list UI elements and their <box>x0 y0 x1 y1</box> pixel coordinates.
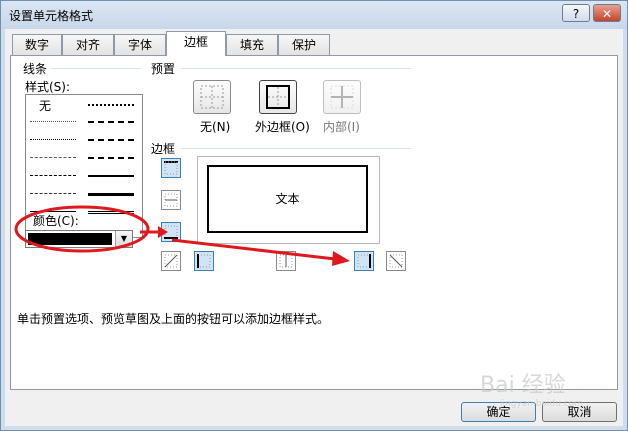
border-diagonal-down-icon <box>389 254 403 268</box>
line-style-dashed[interactable] <box>30 193 76 194</box>
format-cells-dialog: 设置单元格格式 ? ✕ 数字 对齐 字体 边框 填充 保护 线条 样式(S): … <box>0 0 628 431</box>
line-style-dotted[interactable] <box>30 139 76 140</box>
preset-none-icon <box>200 85 224 109</box>
preset-none-button[interactable] <box>193 80 231 114</box>
presets-divider <box>181 68 411 69</box>
border-bottom-button[interactable] <box>161 222 181 242</box>
line-style-medium-dash-dot[interactable] <box>88 139 134 141</box>
border-top-icon <box>164 161 178 175</box>
border-inside-vertical-button[interactable] <box>276 251 296 271</box>
preset-inside-icon <box>330 85 354 109</box>
line-section-title: 线条 <box>23 62 48 76</box>
chevron-down-icon[interactable]: ▼ <box>115 231 132 247</box>
border-diagonal-up-icon <box>164 254 178 268</box>
help-button[interactable]: ? <box>562 4 590 22</box>
border-tab-panel: 线条 样式(S): 无 颜色(C): ▼ 预置 无(N) 外边框(O) 内部(I… <box>10 55 618 390</box>
line-style-slant-dash-dot[interactable] <box>88 121 134 123</box>
tab-font[interactable]: 字体 <box>114 34 166 55</box>
preset-none-label: 无(N) <box>200 120 231 134</box>
border-diagonal-up-button[interactable] <box>161 251 181 271</box>
preset-inside-label: 内部(I) <box>323 120 360 134</box>
ok-button[interactable]: 确定 <box>461 402 536 422</box>
dialog-body: 数字 对齐 字体 边框 填充 保护 线条 样式(S): 无 颜色(C): ▼ 预… <box>5 29 623 426</box>
close-button[interactable]: ✕ <box>593 4 621 22</box>
border-inside-horizontal-button[interactable] <box>161 190 181 210</box>
border-section-title: 边框 <box>151 142 176 156</box>
preset-inside-button[interactable] <box>323 80 361 114</box>
window-title: 设置单元格格式 <box>9 9 94 23</box>
border-left-button[interactable] <box>194 251 214 271</box>
border-top-button[interactable] <box>161 158 181 178</box>
line-section-divider <box>51 68 141 69</box>
border-right-icon <box>357 254 371 268</box>
line-style-thick[interactable] <box>88 193 134 196</box>
line-style-medium-dashed[interactable] <box>88 157 134 159</box>
line-style-double[interactable] <box>88 211 134 214</box>
preset-outline-label: 外边框(O) <box>255 120 310 134</box>
line-style-medium[interactable] <box>88 175 134 177</box>
preset-outline-icon <box>266 85 290 109</box>
style-label: 样式(S): <box>25 80 71 94</box>
preview-text: 文本 <box>275 192 300 206</box>
line-style-hair[interactable] <box>30 121 76 122</box>
cancel-button[interactable]: 取消 <box>542 402 617 422</box>
tab-fill[interactable]: 填充 <box>226 34 278 55</box>
border-inside-horizontal-icon <box>164 193 178 207</box>
border-diagonal-down-button[interactable] <box>386 251 406 271</box>
tab-border[interactable]: 边框 <box>166 31 226 56</box>
color-label: 颜色(C): <box>33 214 79 228</box>
line-style-dash-dot-dot[interactable] <box>30 157 76 158</box>
presets-title: 预置 <box>151 62 176 76</box>
border-bottom-icon <box>164 225 178 239</box>
color-dropdown[interactable]: ▼ <box>25 230 133 248</box>
line-style-none[interactable]: 无 <box>39 97 51 114</box>
border-left-icon <box>197 254 211 268</box>
tab-alignment[interactable]: 对齐 <box>62 34 114 55</box>
border-section-divider <box>181 148 411 149</box>
tab-number[interactable]: 数字 <box>12 34 62 55</box>
border-preview[interactable]: 文本 <box>197 156 380 244</box>
tab-protection[interactable]: 保护 <box>278 34 330 55</box>
title-bar: 设置单元格格式 ? ✕ <box>1 1 627 29</box>
line-style-medium-dash-dot-dot[interactable] <box>88 104 134 106</box>
hint-text: 单击预置选项、预览草图及上面的按钮可以添加边框样式。 <box>17 312 330 326</box>
border-right-button[interactable] <box>354 251 374 271</box>
line-style-dash-dot[interactable] <box>30 175 76 176</box>
preset-outline-button[interactable] <box>259 80 297 114</box>
color-swatch <box>28 233 112 245</box>
border-inside-vertical-icon <box>279 254 293 268</box>
preview-cell: 文本 <box>207 165 368 233</box>
